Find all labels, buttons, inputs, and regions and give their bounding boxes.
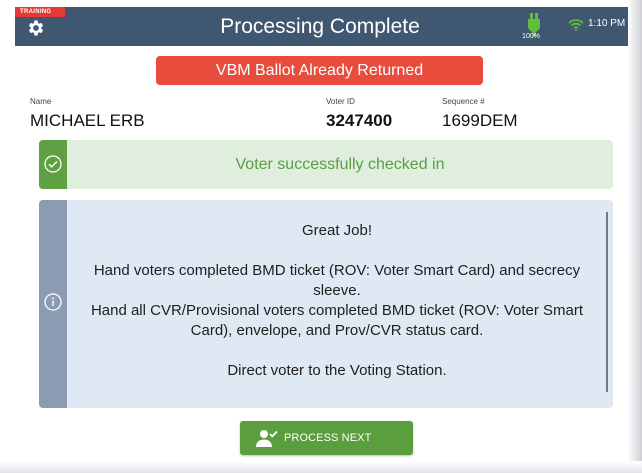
voter-id: 3247400: [326, 111, 393, 130]
instructions-heading: Great Job!: [301, 222, 373, 239]
instructions-text: Great Job! Hand voters completed BMD tic…: [79, 221, 595, 381]
wifi-icon: [568, 19, 584, 31]
info-circle-icon: [44, 293, 62, 311]
voter-id-label: Voter ID: [326, 97, 355, 106]
device-bezel-bottom: [0, 461, 642, 473]
check-circle-icon: [44, 155, 62, 173]
user-check-icon: [256, 430, 278, 447]
instructions-scrollbar[interactable]: [606, 212, 608, 392]
name-label: Name: [30, 97, 52, 106]
vbm-alert-badge: VBM Ballot Already Returned: [156, 56, 483, 85]
clock: 1:10 PM: [588, 18, 626, 29]
info-stripe: [39, 200, 67, 408]
success-message: Voter successfully checked in: [39, 140, 613, 189]
app-screen: TRAINING Processing Complete 100% 1:10 P…: [0, 0, 642, 473]
page-title: Processing Complete: [220, 15, 420, 38]
sequence-label: Sequence #: [442, 97, 485, 106]
process-next-voter-button[interactable]: PROCESS NEXT VOTER: [240, 421, 413, 473]
device-bezel-right: [628, 0, 642, 473]
instruction-line-3: Direct voter to the Voting Station.: [227, 362, 447, 379]
success-text: Voter successfully checked in: [235, 156, 445, 173]
training-badge: TRAINING: [15, 7, 65, 17]
process-next-voter-label: PROCESS NEXT VOTER: [284, 432, 372, 473]
instructions-panel: Great Job! Hand voters completed BMD tic…: [39, 200, 613, 408]
battery-percent: 100%: [522, 33, 540, 40]
voter-name: MICHAEL ERB: [30, 111, 145, 130]
gear-icon[interactable]: [26, 18, 46, 38]
success-stripe: [39, 140, 67, 189]
instruction-line-2: Hand all CVR/Provisional voters complete…: [90, 302, 584, 339]
sequence-number: 1699DEM: [442, 111, 518, 130]
instruction-line-1: Hand voters completed BMD ticket (ROV: V…: [93, 262, 581, 299]
